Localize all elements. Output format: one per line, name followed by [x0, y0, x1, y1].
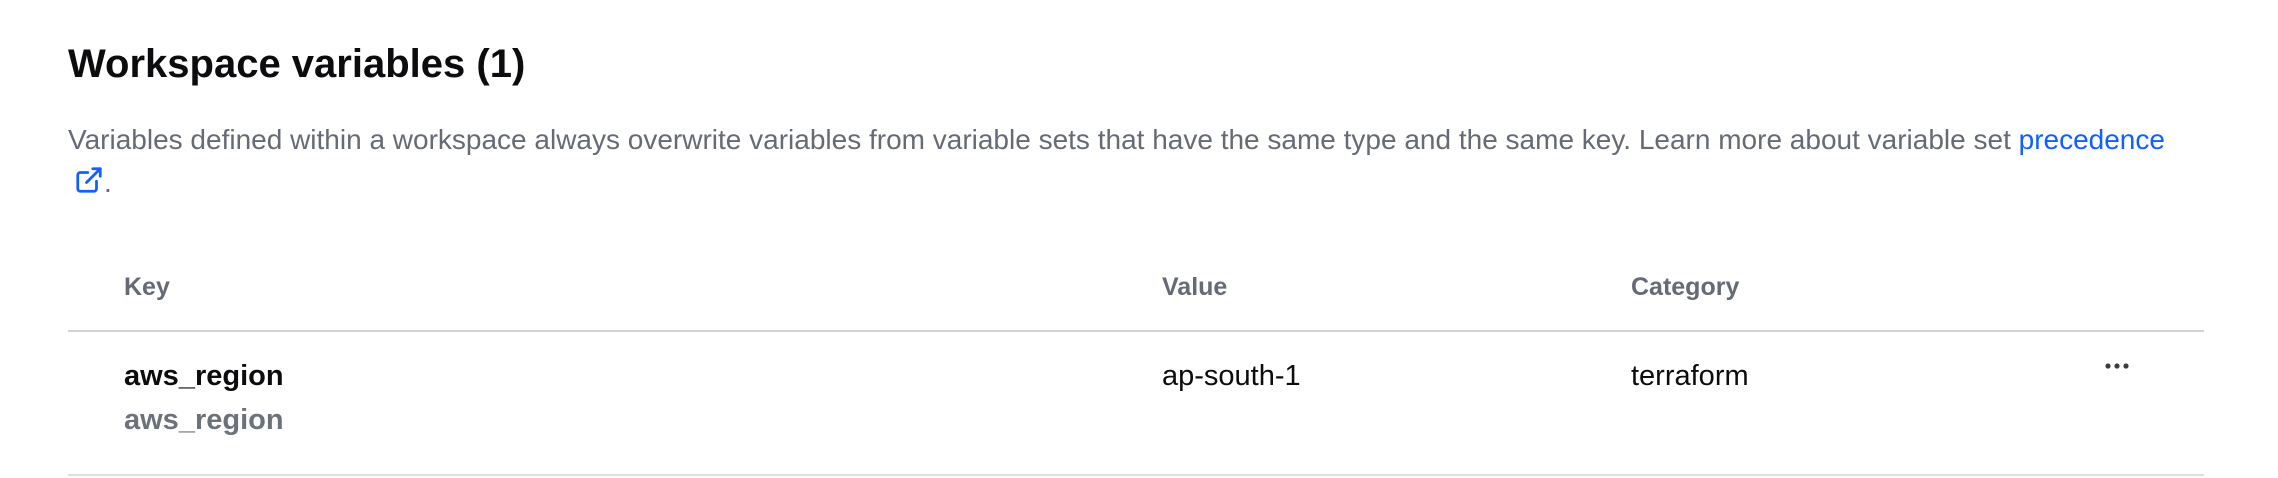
section-description: Variables defined within a workspace alw… [68, 118, 2168, 204]
variable-category: terraform [1631, 360, 1749, 392]
header-key: Key [124, 273, 170, 301]
header-category: Category [1631, 273, 1740, 301]
header-value: Value [1162, 273, 1228, 301]
description-text: Variables defined within a workspace alw… [68, 124, 2019, 155]
variable-description: aws_region [124, 404, 284, 436]
workspace-variables-section: Workspace variables (1) Variables define… [0, 0, 2278, 478]
variable-value: ap-south-1 [1162, 360, 1301, 392]
table-header: Key Value Category [68, 256, 2204, 332]
precedence-link-label: precedence [2018, 124, 2165, 155]
description-suffix: . [104, 167, 112, 198]
table-row: aws_region aws_region ap-south-1 terrafo… [68, 332, 2204, 476]
key-cell: aws_region aws_region [124, 354, 284, 442]
variables-table: Key Value Category aws_region aws_region… [68, 256, 2204, 476]
variable-key: aws_region [124, 360, 284, 392]
external-link-icon [76, 167, 102, 193]
row-actions-button[interactable] [2095, 352, 2139, 388]
section-title: Workspace variables (1) [68, 42, 526, 86]
more-horizontal-icon [2105, 363, 2129, 369]
